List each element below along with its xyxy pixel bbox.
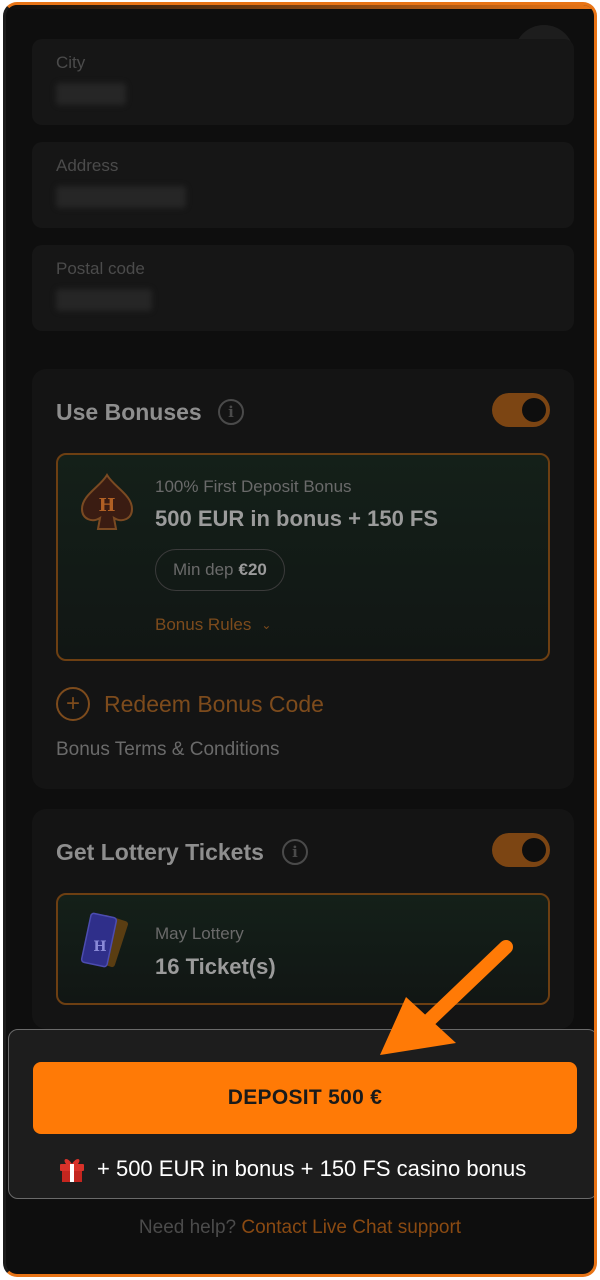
lottery-subtitle: May Lottery — [155, 924, 244, 943]
deposit-button[interactable]: DEPOSIT 500 € — [33, 1062, 577, 1134]
gift-icon — [60, 1159, 84, 1182]
spade-logo-icon: H — [80, 473, 134, 530]
help-line: Need help? Contact Live Chat support — [6, 1217, 594, 1239]
use-bonuses-toggle[interactable] — [492, 393, 550, 427]
bonus-summary: + 500 EUR in bonus + 150 FS casino bonus — [57, 1154, 526, 1184]
offer-subtitle: 100% First Deposit Bonus — [155, 477, 352, 496]
city-value-blurred — [56, 83, 126, 105]
redeem-label: Redeem Bonus Code — [104, 690, 324, 717]
bonus-offer-card[interactable]: H 100% First Deposit Bonus 500 EUR in bo… — [56, 453, 550, 661]
postal-code-value-blurred — [56, 289, 152, 311]
bonuses-title: Use Bonuses — [56, 399, 202, 425]
city-field[interactable]: City — [32, 39, 574, 125]
address-label: Address — [56, 156, 119, 175]
info-icon[interactable]: i — [282, 839, 308, 865]
offer-title: 500 EUR in bonus + 150 FS — [155, 506, 439, 531]
city-label: City — [56, 53, 86, 72]
bonus-terms-link[interactable]: Bonus Terms & Conditions — [56, 739, 280, 761]
lottery-title: Get Lottery Tickets — [56, 839, 264, 865]
plus-circle-icon: + — [56, 687, 90, 721]
min-deposit-badge: Min dep €20 — [155, 549, 285, 591]
address-field[interactable]: Address — [32, 142, 574, 228]
svg-text:H: H — [98, 495, 115, 516]
arrow-icon — [380, 940, 513, 1055]
redeem-bonus-code-button[interactable]: + Redeem Bonus Code — [56, 687, 324, 721]
chevron-down-icon: ⌄ — [261, 618, 272, 632]
postal-code-field[interactable]: Postal code — [32, 245, 574, 331]
deposit-modal: ✕ City Address Postal code Use Bonuses i… — [3, 2, 597, 1277]
bonus-rules-link[interactable]: Bonus Rules ⌄ — [155, 615, 271, 635]
lottery-toggle[interactable] — [492, 833, 550, 867]
help-prefix: Need help? — [138, 1217, 237, 1238]
lottery-tickets: 16 Ticket(s) — [155, 954, 276, 979]
bonuses-card: Use Bonuses i H 100% First Deposit Bonus… — [32, 369, 574, 789]
address-value-blurred — [56, 186, 186, 208]
postal-code-label: Postal code — [56, 259, 145, 278]
svg-text:H: H — [93, 939, 106, 955]
info-icon[interactable]: i — [218, 399, 244, 425]
ticket-icon: H — [80, 912, 128, 968]
live-chat-link[interactable]: Contact Live Chat support — [241, 1217, 461, 1238]
bonus-summary-text: + 500 EUR in bonus + 150 FS casino bonus — [97, 1156, 527, 1181]
